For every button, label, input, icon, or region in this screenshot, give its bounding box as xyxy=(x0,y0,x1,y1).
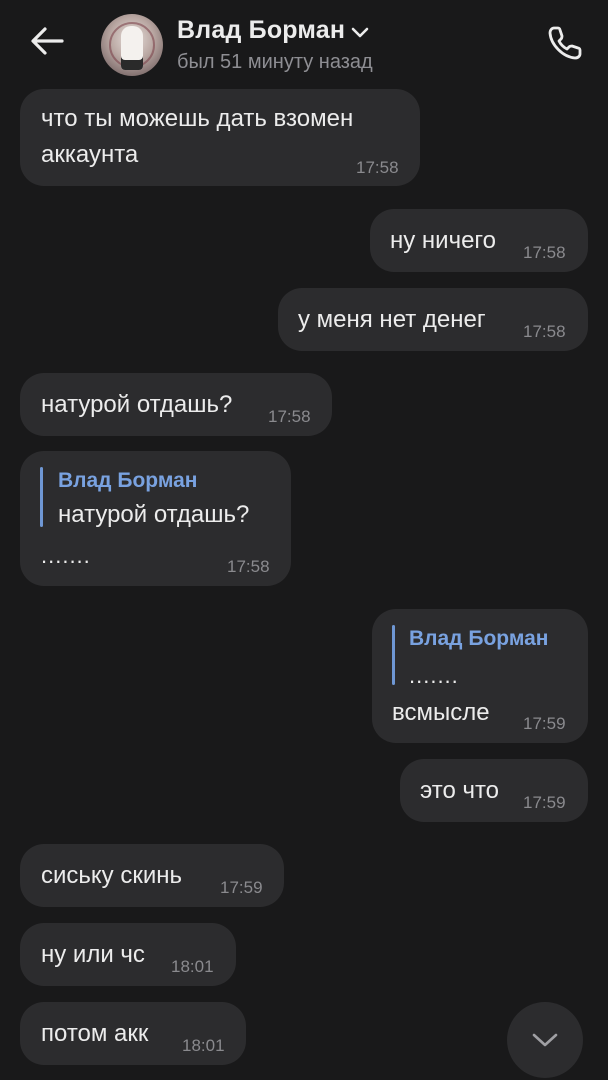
last-seen-status: был 51 минуту назад xyxy=(177,51,373,73)
reply-quote-bar xyxy=(40,467,43,527)
message-time: 17:59 xyxy=(523,714,566,733)
call-button[interactable] xyxy=(540,18,590,68)
message-time: 18:01 xyxy=(182,1036,225,1055)
message-time: 17:58 xyxy=(356,158,399,177)
chevron-down-icon[interactable] xyxy=(349,24,371,40)
phone-icon xyxy=(548,26,582,60)
message-bubble-incoming[interactable]: ну или чс 18:01 xyxy=(20,923,236,986)
scroll-to-bottom-button[interactable] xyxy=(507,1002,583,1078)
message-bubble-outgoing-reply[interactable]: Влад Борман ....... всмысле 17:59 xyxy=(372,609,588,743)
reply-author: Влад Борман xyxy=(58,469,198,492)
back-button[interactable] xyxy=(24,20,70,62)
message-text: ну или чс xyxy=(41,941,145,968)
message-time: 17:58 xyxy=(227,557,270,576)
reply-quoted-text: натурой отдашь? xyxy=(58,501,250,528)
contact-name[interactable]: Влад Борман xyxy=(177,16,345,45)
message-bubble-outgoing[interactable]: ну ничего 17:58 xyxy=(370,209,588,272)
message-text: ....... xyxy=(41,543,91,568)
message-bubble-incoming[interactable]: сиську скинь 17:59 xyxy=(20,844,284,907)
reply-author: Влад Борман xyxy=(409,627,549,650)
message-text: потом акк xyxy=(41,1020,149,1047)
message-bubble-outgoing[interactable]: у меня нет денег 17:58 xyxy=(278,288,588,351)
message-bubble-outgoing[interactable]: это что 17:59 xyxy=(400,759,588,822)
message-bubble-incoming[interactable]: натурой отдашь? 17:58 xyxy=(20,373,332,436)
message-time: 17:58 xyxy=(523,322,566,341)
message-time: 18:01 xyxy=(171,957,214,976)
message-text: ну ничего xyxy=(390,227,497,254)
avatar-figure xyxy=(121,26,143,70)
reply-quoted-text: ....... xyxy=(409,663,459,688)
arrow-left-icon xyxy=(31,27,64,55)
message-bubble-incoming-reply[interactable]: Влад Борман натурой отдашь? ....... 17:5… xyxy=(20,451,291,586)
message-time: 17:58 xyxy=(523,243,566,262)
chevron-down-icon xyxy=(532,1033,558,1047)
reply-quote-bar xyxy=(392,625,395,685)
chat-screen: Влад Борман был 51 минуту назад что ты м… xyxy=(0,0,608,1080)
message-text: это что xyxy=(420,777,500,804)
message-text: сиську скинь xyxy=(41,862,183,889)
message-bubble-incoming[interactable]: потом акк 18:01 xyxy=(20,1002,246,1065)
message-time: 17:59 xyxy=(523,793,566,812)
message-time: 17:59 xyxy=(220,878,263,897)
message-text: аккаунта xyxy=(41,141,139,168)
message-time: 17:58 xyxy=(268,407,311,426)
message-bubble-incoming[interactable]: что ты можешь дать взомен аккаунта 17:58 xyxy=(20,89,420,186)
avatar[interactable] xyxy=(101,14,163,76)
chat-header: Влад Борман был 51 минуту назад xyxy=(0,0,608,86)
message-text: у меня нет денег xyxy=(298,306,486,333)
message-text: что ты можешь дать взомен xyxy=(41,105,354,132)
message-text: всмысле xyxy=(392,699,490,726)
message-text: натурой отдашь? xyxy=(41,391,233,418)
